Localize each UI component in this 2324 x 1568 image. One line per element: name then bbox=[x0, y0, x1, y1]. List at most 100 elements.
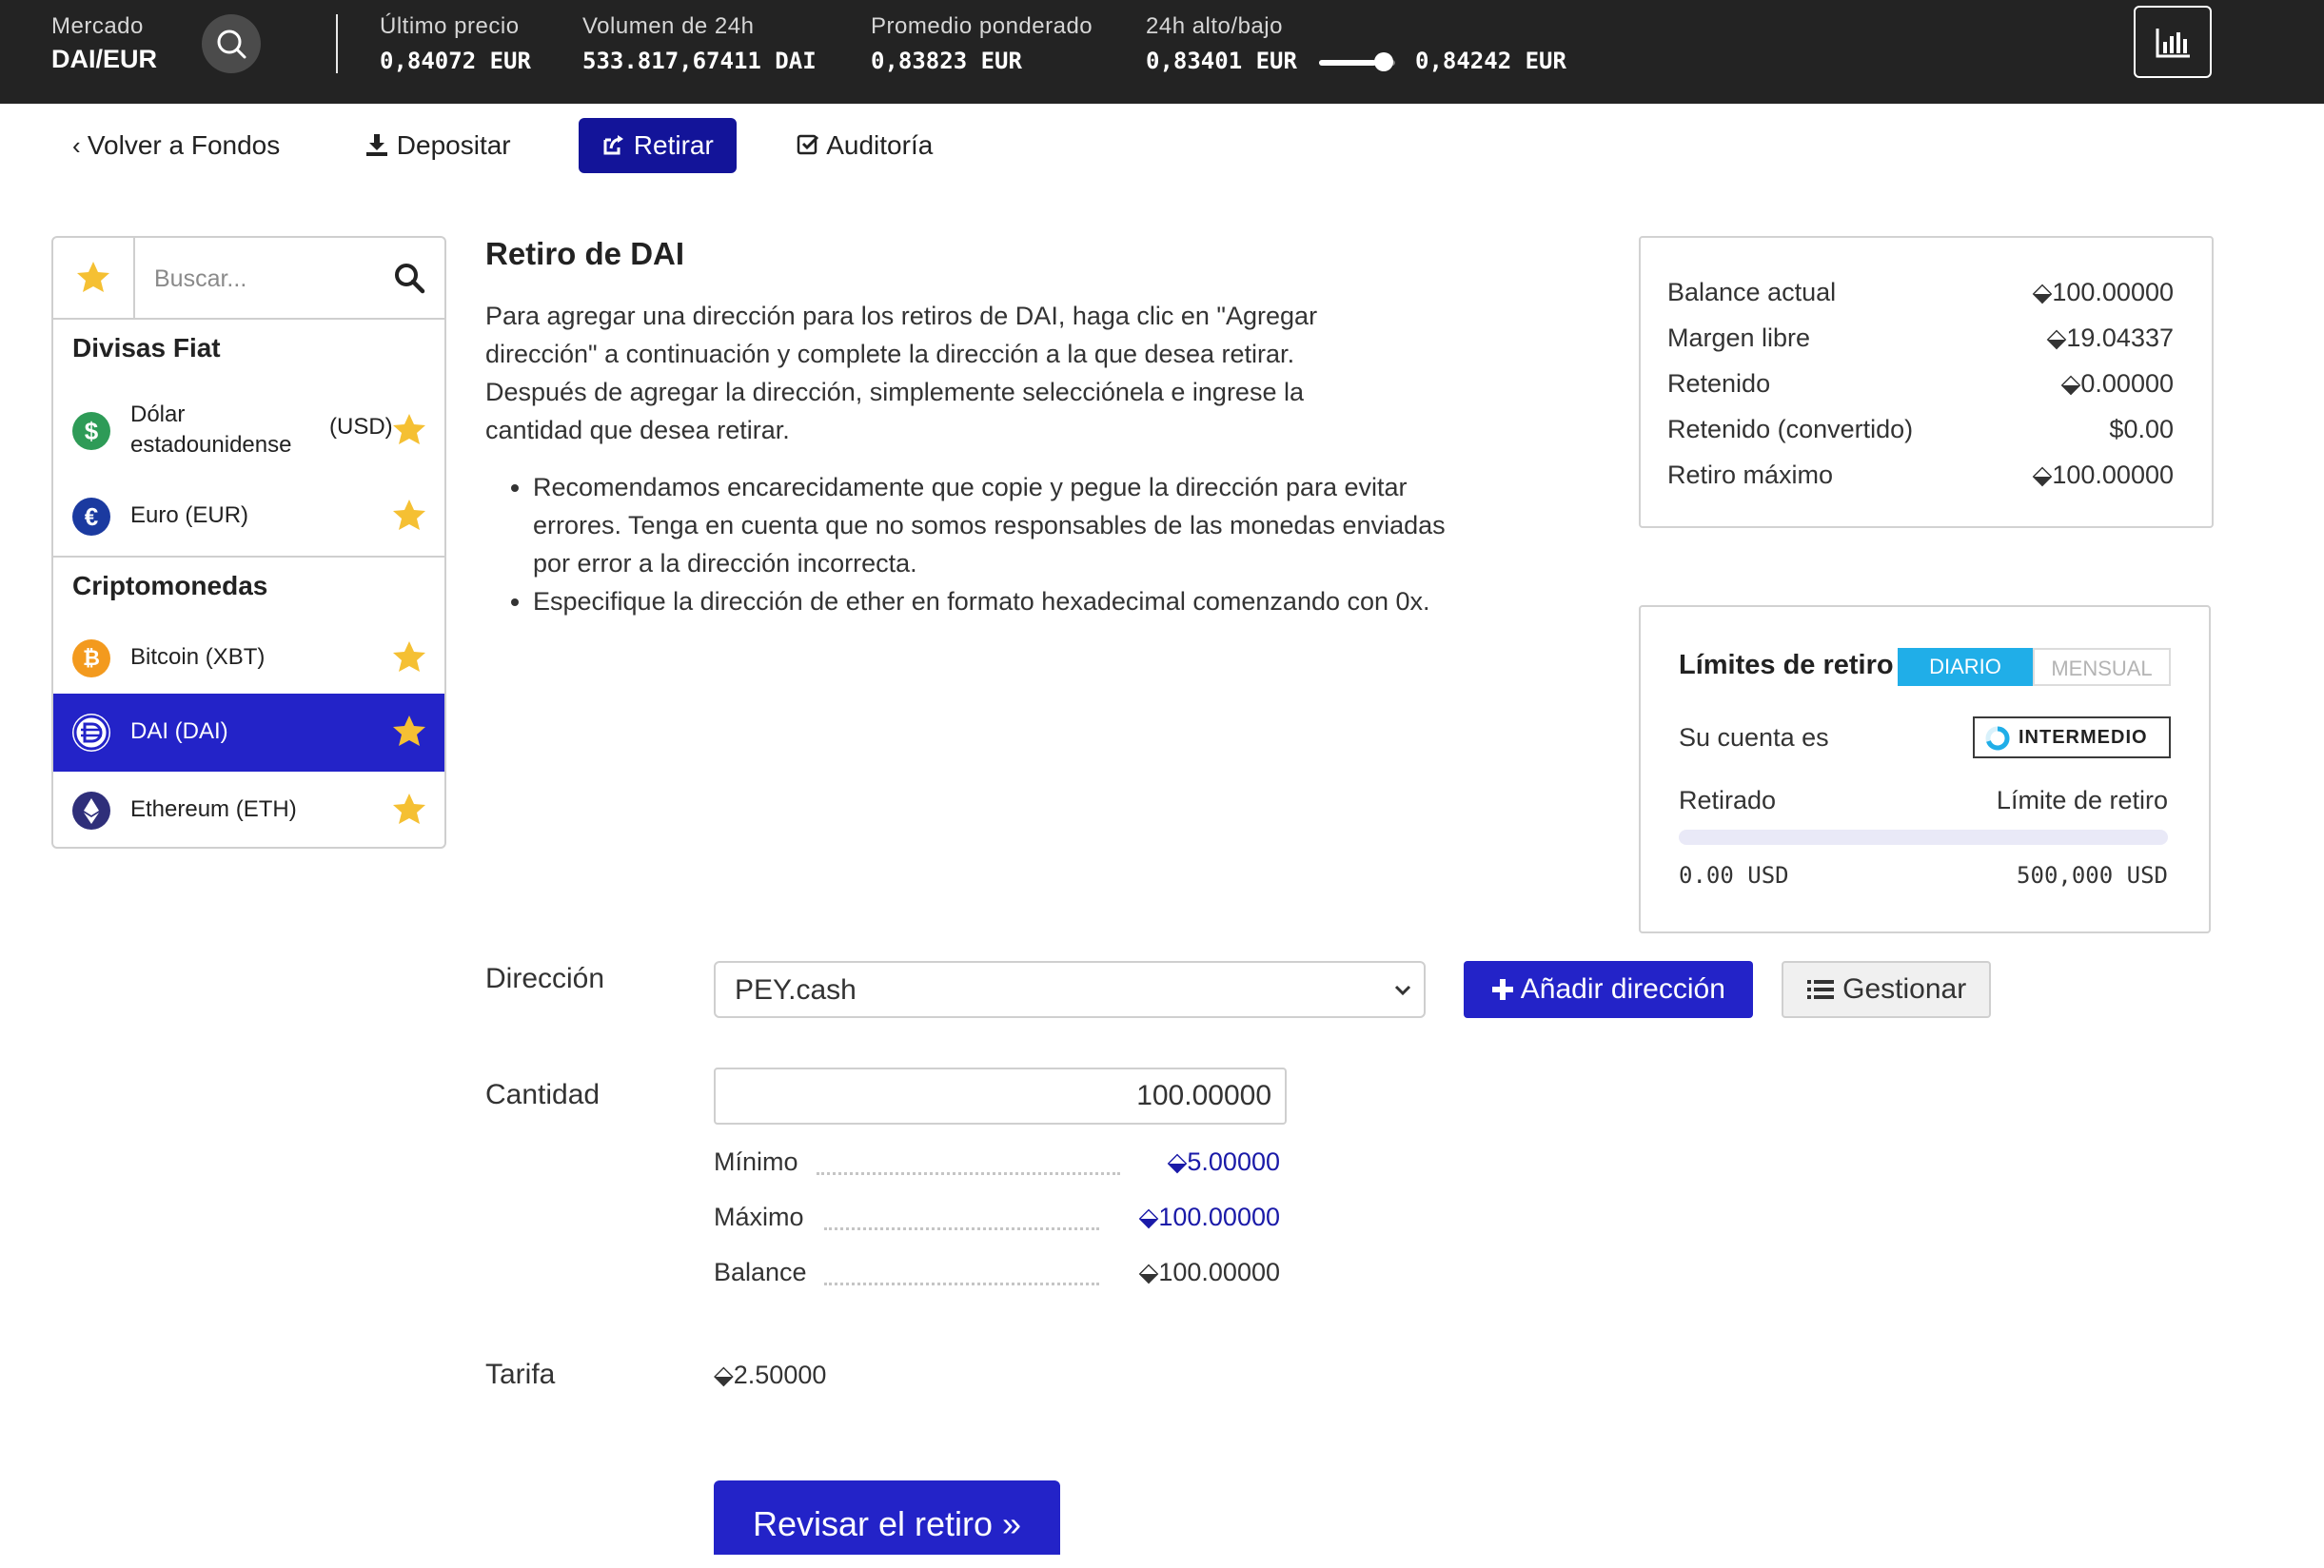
chevron-left-icon: ‹ bbox=[72, 131, 88, 160]
bitcoin-icon: ₿ bbox=[72, 639, 110, 677]
minimum-value[interactable]: ⬙5.00000 bbox=[1168, 1147, 1280, 1177]
search-icon[interactable] bbox=[392, 261, 426, 295]
download-icon bbox=[366, 134, 387, 156]
fee-label: Tarifa bbox=[485, 1359, 556, 1390]
currency-search-input[interactable] bbox=[152, 255, 384, 303]
address-select[interactable]: PEY.cash bbox=[714, 961, 1426, 1018]
minimum-label: Mínimo bbox=[714, 1147, 798, 1176]
level-progress-icon bbox=[1985, 726, 2010, 751]
favorites-filter-button[interactable] bbox=[53, 238, 135, 318]
range-fill bbox=[1319, 60, 1376, 66]
withdraw-tab[interactable]: Retirar bbox=[579, 118, 737, 173]
dollar-icon: $ bbox=[72, 412, 110, 450]
balance-row-value: ⬙100.00000 bbox=[2032, 278, 2174, 306]
search-icon bbox=[217, 29, 246, 59]
market-pair[interactable]: DAI/EUR bbox=[51, 45, 157, 74]
limits-title: Límites de retiro bbox=[1679, 650, 1894, 680]
high-value: 0,84242 EUR bbox=[1415, 48, 1566, 74]
held-row: Retenido ⬙0.00000 bbox=[1667, 369, 2174, 407]
star-icon[interactable] bbox=[392, 413, 426, 447]
balance-panel: Balance actual ⬙100.00000 Margen libre ⬙… bbox=[1639, 236, 2214, 528]
address-label: Dirección bbox=[485, 963, 605, 994]
max-withdrawal-row: Retiro máximo ⬙100.00000 bbox=[1667, 461, 2174, 499]
audit-tab[interactable]: Auditoría bbox=[796, 118, 933, 173]
volume-label: Volumen de 24h bbox=[582, 13, 755, 39]
limit-value: 500,000 USD bbox=[2017, 862, 2168, 889]
deposit-label: Depositar bbox=[396, 130, 511, 160]
xbt-name: Bitcoin (XBT) bbox=[130, 644, 266, 670]
balance-row-value: ⬙19.04337 bbox=[2046, 323, 2174, 352]
address-selected-value: PEY.cash bbox=[735, 974, 857, 1006]
high-low-label: 24h alto/bajo bbox=[1146, 13, 1283, 39]
review-withdrawal-button[interactable]: Revisar el retiro » bbox=[714, 1480, 1060, 1555]
star-icon bbox=[77, 262, 109, 292]
star-icon[interactable] bbox=[392, 793, 426, 827]
amount-input[interactable] bbox=[714, 1068, 1287, 1125]
amount-label: Cantidad bbox=[485, 1079, 601, 1110]
back-to-funds-link[interactable]: ‹ Volver a Fondos bbox=[72, 118, 280, 173]
list-icon bbox=[1806, 980, 1834, 999]
list-item: Especifique la dirección de ether en for… bbox=[533, 582, 1447, 620]
plus-icon bbox=[1492, 979, 1514, 1000]
header-divider bbox=[336, 14, 338, 73]
maximum-row: Máximo ⬙100.00000 bbox=[714, 1203, 1280, 1241]
star-icon[interactable] bbox=[392, 715, 426, 749]
balance-row-label: Retenido bbox=[1667, 369, 1771, 398]
sidebar-item-usd[interactable]: $ Dólar estadounidense (USD) bbox=[53, 390, 444, 472]
withdraw-label: Retirar bbox=[633, 130, 714, 160]
range-marker bbox=[1374, 52, 1393, 71]
sidebar-search-row bbox=[53, 238, 444, 320]
market-search-button[interactable] bbox=[202, 14, 261, 73]
dai-icon bbox=[72, 714, 110, 752]
monthly-toggle[interactable]: MENSUAL bbox=[2033, 648, 2171, 686]
star-icon[interactable] bbox=[392, 640, 426, 675]
account-level-text: INTERMEDIO bbox=[2019, 727, 2148, 748]
bar-chart-icon bbox=[2156, 29, 2190, 58]
euro-icon: € bbox=[72, 498, 110, 536]
weighted-average-value: 0,83823 EUR bbox=[871, 48, 1022, 74]
sidebar-item-xbt[interactable]: ₿ Bitcoin (XBT) bbox=[53, 619, 444, 697]
add-address-button[interactable]: Añadir dirección bbox=[1464, 961, 1753, 1018]
check-square-icon bbox=[797, 134, 819, 155]
last-price-label: Último precio bbox=[380, 13, 520, 39]
chevron-down-icon bbox=[1394, 985, 1411, 996]
weighted-average-label: Promedio ponderado bbox=[871, 13, 1093, 39]
dotted-leader bbox=[824, 1227, 1099, 1230]
currency-sidebar: Divisas Fiat $ Dólar estadounidense (USD… bbox=[51, 236, 446, 849]
account-level-label: Su cuenta es bbox=[1679, 723, 1829, 752]
chart-toggle-button[interactable] bbox=[2134, 6, 2212, 78]
eth-name: Ethereum (ETH) bbox=[130, 796, 297, 822]
dotted-leader bbox=[817, 1172, 1120, 1175]
ethereum-icon bbox=[72, 792, 110, 830]
sidebar-item-eth[interactable]: Ethereum (ETH) bbox=[53, 772, 444, 850]
fiat-heading: Divisas Fiat bbox=[72, 333, 221, 363]
balance-info-row: Balance ⬙100.00000 bbox=[714, 1258, 1280, 1296]
market-label: Mercado bbox=[51, 13, 144, 39]
back-to-funds-label: Volver a Fondos bbox=[87, 130, 281, 160]
maximum-value[interactable]: ⬙100.00000 bbox=[1139, 1203, 1280, 1232]
share-icon bbox=[603, 135, 623, 155]
balance-row-label: Retenido (convertido) bbox=[1667, 415, 1914, 443]
limit-label: Límite de retiro bbox=[1996, 786, 2168, 814]
maximum-label: Máximo bbox=[714, 1203, 804, 1231]
add-address-label: Añadir dirección bbox=[1520, 973, 1725, 1005]
list-item: Recomendamos encarecidamente que copie y… bbox=[533, 468, 1447, 582]
manage-addresses-button[interactable]: Gestionar bbox=[1782, 961, 1991, 1018]
sidebar-item-dai[interactable]: DAI (DAI) bbox=[53, 694, 444, 772]
balance-row-label: Balance actual bbox=[1667, 278, 1837, 306]
balance-row: Balance actual ⬙100.00000 bbox=[1667, 278, 2174, 316]
market-header: Mercado DAI/EUR Último precio 0,84072 EU… bbox=[0, 0, 2324, 104]
last-price-value: 0,84072 EUR bbox=[380, 48, 531, 74]
daily-toggle[interactable]: DIARIO bbox=[1898, 648, 2033, 686]
free-margin-row: Margen libre ⬙19.04337 bbox=[1667, 323, 2174, 362]
usd-name: Dólar estadounidense bbox=[130, 402, 292, 458]
star-icon[interactable] bbox=[392, 499, 426, 533]
balance-info-label: Balance bbox=[714, 1258, 807, 1286]
dai-name: DAI (DAI) bbox=[130, 718, 228, 744]
balance-row-value: ⬙100.00000 bbox=[2032, 461, 2174, 489]
deposit-tab[interactable]: Depositar bbox=[364, 118, 511, 173]
volume-value: 533.817,67411 DAI bbox=[582, 48, 817, 74]
manage-label: Gestionar bbox=[1842, 973, 1967, 1005]
sidebar-item-eur[interactable]: € Euro (EUR) bbox=[53, 478, 444, 556]
withdrawal-limits-panel: Límites de retiro DIARIO MENSUAL Su cuen… bbox=[1639, 605, 2211, 933]
